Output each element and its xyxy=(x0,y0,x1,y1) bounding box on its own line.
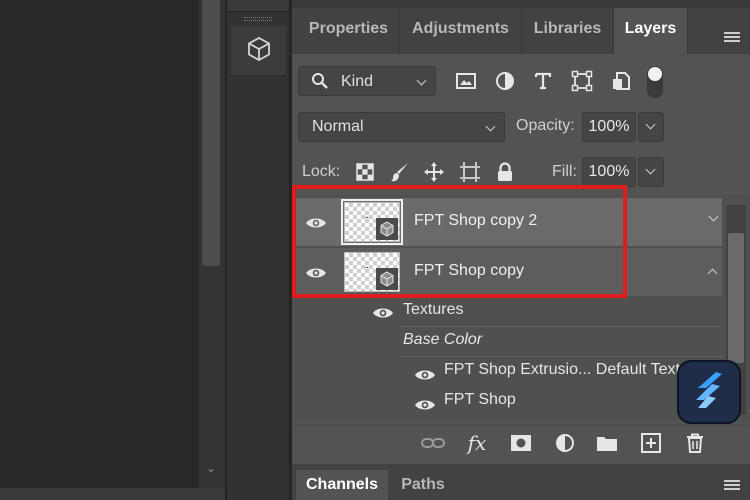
smart-object-3d-badge-icon xyxy=(376,218,398,240)
document-canvas-area xyxy=(0,0,198,500)
layers-bottom-toolbar: fx xyxy=(292,425,750,459)
eye-visibility-icon[interactable] xyxy=(414,364,436,386)
eye-visibility-icon[interactable] xyxy=(414,394,436,416)
chevron-down-icon xyxy=(416,75,427,86)
type-filter-icon[interactable] xyxy=(530,68,556,94)
eye-visibility-icon[interactable] xyxy=(372,302,394,324)
lock-image-pixels-brush-icon[interactable] xyxy=(387,159,413,185)
textures-row[interactable]: Textures xyxy=(292,295,722,325)
panel-tab-bar: Properties Adjustments Libraries Layers xyxy=(292,8,750,54)
layers-panel: Properties Adjustments Libraries Layers … xyxy=(292,0,750,500)
shape-filter-icon[interactable] xyxy=(569,68,595,94)
image-filter-icon[interactable] xyxy=(453,68,479,94)
filter-kind-select[interactable]: Kind xyxy=(298,66,436,96)
blend-mode-select[interactable]: Normal xyxy=(298,112,505,142)
lock-position-move-icon[interactable] xyxy=(421,159,447,185)
tab-layers[interactable]: Layers xyxy=(614,8,688,54)
layer-name: FPT Shop copy xyxy=(414,262,524,279)
texture-item-row[interactable]: FPT Shop xyxy=(292,387,722,417)
lock-transparent-pixels-icon[interactable] xyxy=(352,159,378,185)
fx-layer-style-icon[interactable]: fx xyxy=(464,430,490,456)
scroll-down-icon[interactable]: ⌄ xyxy=(202,458,220,478)
blend-mode-value: Normal xyxy=(312,118,364,135)
eye-visibility-icon[interactable] xyxy=(305,212,327,234)
chevron-down-icon xyxy=(485,121,496,132)
opacity-slider-button[interactable] xyxy=(638,112,664,142)
3d-panel-button[interactable] xyxy=(231,26,286,76)
new-layer-icon[interactable] xyxy=(638,430,664,456)
new-adjustment-layer-icon[interactable] xyxy=(552,430,578,456)
tab-paths[interactable]: Paths xyxy=(388,470,458,500)
layer-filter-row: Kind xyxy=(292,62,750,102)
smart-object-3d-badge-icon xyxy=(376,268,398,290)
fill-label: Fill: xyxy=(552,163,577,180)
layer-row[interactable]: ▪▪ FPT Shop copy 2 xyxy=(292,198,722,246)
panel-top-strip xyxy=(292,0,750,8)
dock-grip[interactable] xyxy=(244,17,272,21)
canvas-scroll-thumb[interactable] xyxy=(202,0,220,266)
chevron-down-icon xyxy=(645,119,656,130)
bottom-tab-bar: Channels Paths xyxy=(292,464,750,500)
collapsed-panel-dock xyxy=(226,0,290,500)
lock-all-padlock-icon[interactable] xyxy=(492,159,518,185)
base-color-row[interactable]: Base Color xyxy=(292,327,722,357)
panel-menu-icon[interactable] xyxy=(724,480,740,490)
dock-header xyxy=(227,0,289,12)
delete-trash-icon[interactable] xyxy=(682,430,708,456)
lock-artboard-icon[interactable] xyxy=(457,159,483,185)
fill-slider-button[interactable] xyxy=(638,157,664,187)
tab-libraries[interactable]: Libraries xyxy=(522,8,614,54)
tab-adjustments[interactable]: Adjustments xyxy=(400,8,522,54)
eye-visibility-icon[interactable] xyxy=(305,262,327,284)
texture-item-name: FPT Shop Extrusio... Default Text xyxy=(444,361,680,378)
layers-scroll-thumb[interactable] xyxy=(728,233,744,363)
opacity-label: Opacity: xyxy=(516,117,575,134)
lock-label: Lock: xyxy=(302,163,341,180)
filter-toggle-switch[interactable] xyxy=(647,66,663,98)
app-logo-badge[interactable] xyxy=(677,360,741,424)
fill-input[interactable]: 100% xyxy=(582,157,636,187)
tab-channels[interactable]: Channels xyxy=(296,470,388,500)
layer-thumbnail[interactable]: ▪▪ xyxy=(341,199,403,245)
filter-kind-label: Kind xyxy=(341,73,374,90)
texture-item-row[interactable]: FPT Shop Extrusio... Default Text xyxy=(292,357,722,387)
search-icon xyxy=(311,72,329,94)
3d-cube-icon xyxy=(245,35,273,67)
thumbnail-mark: ▪▪ xyxy=(365,265,369,271)
layer-thumbnail[interactable]: ▪▪ xyxy=(344,252,400,292)
blend-opacity-row: Normal Opacity: 100% xyxy=(292,110,750,144)
link-layers-icon[interactable] xyxy=(420,430,446,456)
panel-menu-icon[interactable] xyxy=(724,32,740,42)
adjustment-filter-icon[interactable] xyxy=(492,68,518,94)
base-color-label: Base Color xyxy=(403,331,483,348)
app-logo-icon xyxy=(692,370,726,414)
layer-name: FPT Shop copy 2 xyxy=(414,212,538,229)
add-mask-icon[interactable] xyxy=(508,430,534,456)
chevron-down-icon xyxy=(645,164,656,175)
layer-row[interactable]: ▪▪ FPT Shop copy xyxy=(292,248,722,296)
canvas-horizontal-scrollbar[interactable] xyxy=(0,488,225,500)
opacity-input[interactable]: 100% xyxy=(582,112,636,142)
thumbnail-mark: ▪▪ xyxy=(365,215,369,221)
new-group-folder-icon[interactable] xyxy=(594,430,620,456)
smart-object-filter-icon[interactable] xyxy=(608,68,634,94)
texture-item-name: FPT Shop xyxy=(444,391,516,408)
textures-label: Textures xyxy=(403,301,464,318)
tab-properties[interactable]: Properties xyxy=(298,8,400,54)
lock-row: Lock: Fill: 100% xyxy=(292,155,750,189)
